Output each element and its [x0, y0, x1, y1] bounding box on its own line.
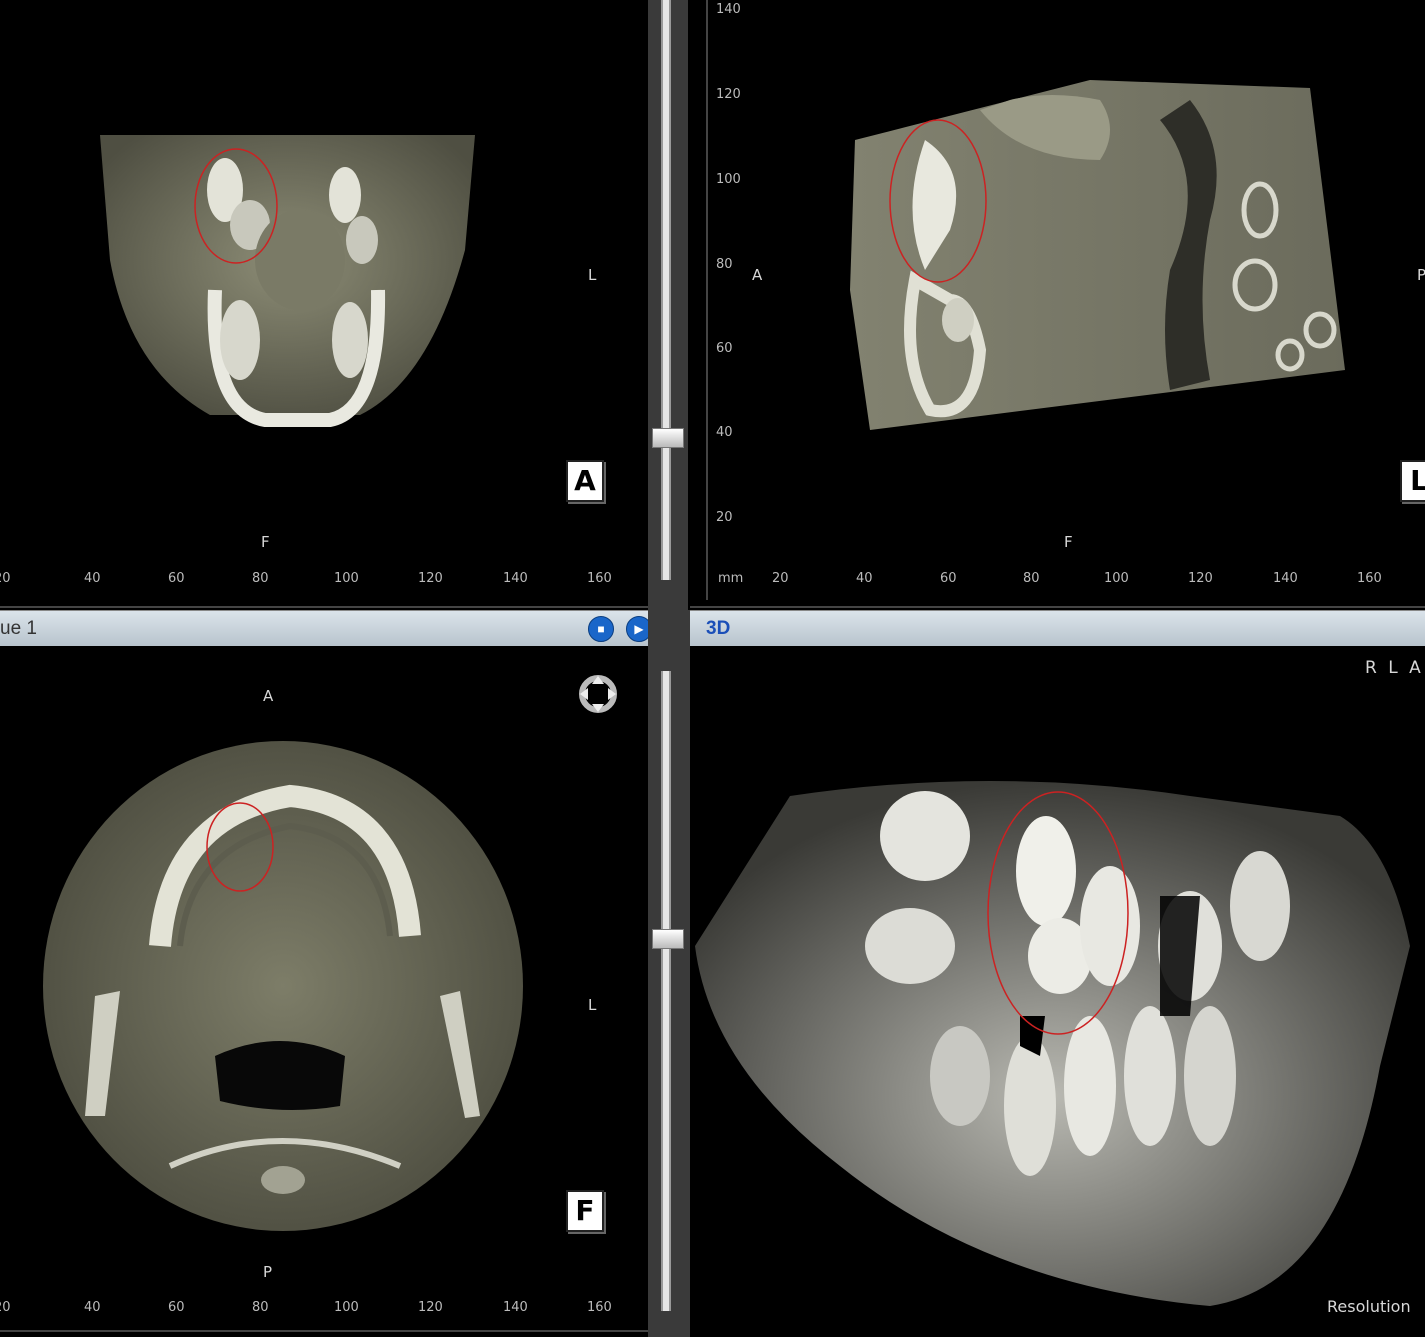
view-title-bar: ue 1 ■ ▶	[0, 610, 652, 648]
ruler-tick: 60	[168, 571, 185, 586]
ruler-tick: 40	[84, 571, 101, 586]
view-badge[interactable]: L	[1400, 460, 1425, 502]
slider-track[interactable]	[661, 0, 671, 580]
stop-icon: ■	[597, 622, 605, 636]
play-icon: ▶	[634, 622, 644, 636]
stop-button[interactable]: ■	[588, 616, 614, 642]
annotation-circle	[889, 119, 987, 283]
ruler-tick: 20	[0, 1300, 11, 1315]
slice-slider-top[interactable]	[648, 0, 688, 610]
ruler-tick: 60	[168, 1300, 185, 1315]
orientation-label-bottom: F	[261, 533, 270, 551]
ruler-tick: 120	[418, 571, 443, 586]
orientation-label-top: A	[263, 687, 274, 705]
orientation-label-left: L	[588, 266, 597, 284]
orientation-label-left: A	[752, 266, 763, 284]
axial-view[interactable]: A L P F 20 40 60 80 100 120 140 160	[0, 646, 648, 1337]
vertical-ruler	[694, 0, 708, 600]
ruler-tick: 100	[334, 571, 359, 586]
view-title-bar-3d: 3D	[690, 610, 1425, 648]
ruler-tick: 120	[418, 1300, 443, 1315]
slice-slider-bottom[interactable]	[648, 646, 690, 1337]
ruler-tick: 60	[940, 571, 957, 586]
slider-track[interactable]	[661, 671, 671, 1311]
resolution-label: Resolution	[1327, 1297, 1411, 1316]
annotation-circle	[206, 802, 274, 892]
ruler-tick: 80	[1023, 571, 1040, 586]
orientation-label-right: P	[1417, 266, 1425, 284]
ruler-tick: 160	[1357, 571, 1382, 586]
ruler-tick: 160	[587, 1300, 612, 1315]
ruler-tick: 80	[252, 571, 269, 586]
view-title-3d: 3D	[706, 618, 731, 639]
ruler-tick: 100	[1104, 571, 1129, 586]
navigation-icon[interactable]	[578, 674, 618, 714]
ruler-tick: 120	[716, 87, 741, 102]
ruler-unit: mm	[718, 571, 744, 586]
ruler-tick: 140	[503, 571, 528, 586]
orientation-label-bottom: F	[1064, 533, 1073, 551]
orientation-label-right: L	[588, 996, 597, 1014]
ruler-tick: 20	[772, 571, 789, 586]
volume-3d-view[interactable]: R L A Resolution	[690, 646, 1425, 1337]
ruler-tick: 140	[716, 2, 741, 17]
ruler-tick: 20	[716, 510, 733, 525]
ruler-tick: 80	[716, 257, 733, 272]
ruler-tick: 60	[716, 341, 733, 356]
ruler-tick: 40	[856, 571, 873, 586]
annotation-circle	[987, 791, 1129, 1035]
horizontal-ruler	[0, 1314, 648, 1332]
ruler-tick: 100	[716, 172, 741, 187]
view-badge[interactable]: A	[566, 460, 604, 502]
view-title: ue 1	[0, 618, 37, 639]
ruler-tick: 40	[84, 1300, 101, 1315]
ruler-tick: 40	[716, 425, 733, 440]
ruler-tick: 140	[503, 1300, 528, 1315]
sagittal-view[interactable]: 140 120 100 80 60 40 20 A P F L mm 20 40…	[690, 0, 1425, 610]
coronal-view[interactable]: L F A 20 40 60 80 100 120 140 160	[0, 0, 648, 610]
separator	[648, 610, 690, 646]
ruler-tick: 80	[252, 1300, 269, 1315]
annotation-circle	[194, 148, 278, 264]
orientation-labels: R L A	[1365, 658, 1424, 678]
horizontal-ruler	[690, 590, 1425, 608]
view-badge[interactable]: F	[566, 1190, 604, 1232]
ruler-tick: 100	[334, 1300, 359, 1315]
ruler-tick: 160	[587, 571, 612, 586]
ruler-tick: 120	[1188, 571, 1213, 586]
horizontal-ruler	[0, 590, 648, 608]
slider-thumb[interactable]	[652, 428, 684, 448]
orientation-label-bottom: P	[263, 1263, 273, 1281]
slider-thumb[interactable]	[652, 929, 684, 949]
ruler-tick: 140	[1273, 571, 1298, 586]
ruler-tick: 20	[0, 571, 11, 586]
